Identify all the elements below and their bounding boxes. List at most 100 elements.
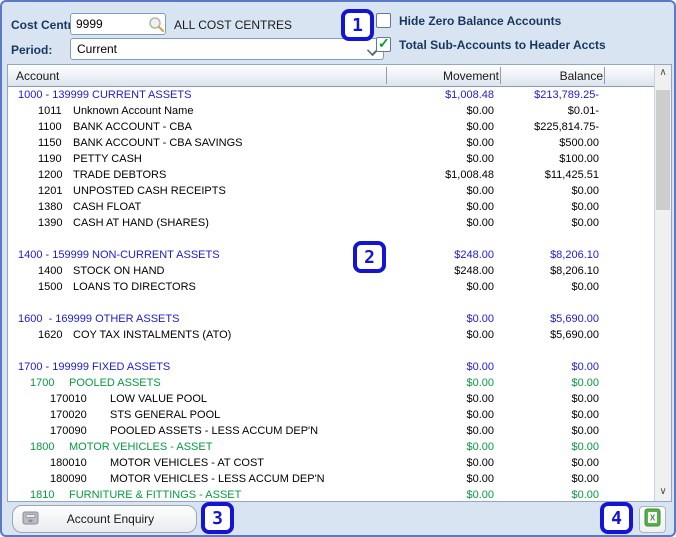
balance-cell	[501, 231, 605, 247]
account-name: LOW VALUE POOL	[110, 393, 207, 405]
movement-cell: $0.00	[466, 153, 494, 165]
movement-cell: $0.00	[466, 281, 494, 293]
grid-row[interactable]: 170020 STS GENERAL POOL $0.00 $0.00	[8, 407, 654, 423]
account-code: 1620	[38, 329, 63, 341]
grid-row[interactable]: 1620 COY TAX INSTALMENTS (ATO) $0.00 $5,690…	[8, 327, 654, 343]
account-code: 1390	[38, 217, 63, 229]
account-name: BANK ACCOUNT - CBA	[73, 121, 192, 133]
movement-cell: $0.00	[466, 185, 494, 197]
account-cell: 1380 CASH FLOAT	[8, 199, 387, 215]
balance-cell: $8,206.10	[550, 265, 599, 277]
balance-cell	[501, 343, 605, 359]
column-header-movement[interactable]: Movement	[387, 65, 499, 87]
account-name: STOCK ON HAND	[73, 265, 165, 277]
total-sub-label: Total Sub-Accounts to Header Accts	[399, 37, 606, 52]
account-name: Unknown Account Name	[73, 105, 194, 117]
scroll-up-icon[interactable]: ∧	[655, 65, 671, 82]
excel-export-icon: X	[644, 508, 661, 532]
account-cell: 1700 - 199999 FIXED ASSETS	[18, 361, 171, 373]
account-cell: 1800 MOTOR VEHICLES - ASSET	[8, 439, 387, 455]
account-cell: 1100 BANK ACCOUNT - CBA	[8, 119, 387, 135]
account-name: COY TAX INSTALMENTS (ATO)	[73, 329, 232, 341]
movement-cell: $248.00	[454, 249, 494, 261]
grid-row[interactable]: 1500 LOANS TO DIRECTORS $0.00 $0.00	[8, 279, 654, 295]
grid-row[interactable]: 1600 - 169999 OTHER ASSETS $0.00 $5,690.00	[8, 311, 654, 327]
hide-zero-row: ✓ Hide Zero Balance Accounts	[376, 13, 561, 28]
account-code: 1810	[30, 489, 55, 501]
account-name: MOTOR VEHICLES - ASSET	[69, 441, 213, 453]
grid-row[interactable]: 1390 CASH AT HAND (SHARES) $0.00 $0.00	[8, 215, 654, 231]
movement-cell: $0.00	[466, 489, 494, 501]
movement-cell: $1,008.48	[445, 169, 494, 181]
balance-cell: $0.00	[571, 393, 599, 405]
balance-cell: $0.00	[571, 457, 599, 469]
grid-row[interactable]: 1400 - 159999 NON-CURRENT ASSETS $248.00 $…	[8, 247, 654, 263]
account-enquiry-window: Cost Centre: 9999 ALL COST CENTRES Perio…	[0, 0, 676, 537]
hide-zero-label: Hide Zero Balance Accounts	[399, 13, 562, 28]
balance-cell: $5,690.00	[550, 329, 599, 341]
movement-cell: $0.00	[466, 121, 494, 133]
grid-row[interactable]: 1400 STOCK ON HAND $248.00 $8,206.10	[8, 263, 654, 279]
balance-cell: $500.00	[559, 137, 599, 149]
grid-row[interactable]: 170090 POOLED ASSETS - LESS ACCUM DEP'N $0…	[8, 423, 654, 439]
grid-row[interactable]: 1200 TRADE DEBTORS $1,008.48 $11,425.51	[8, 167, 654, 183]
svg-text:X: X	[650, 513, 656, 522]
grid-row[interactable]: 1100 BANK ACCOUNT - CBA $0.00 $225,814.75-	[8, 119, 654, 135]
export-excel-button[interactable]: X	[639, 506, 666, 533]
account-name: POOLED ASSETS	[69, 377, 161, 389]
hide-zero-checkbox[interactable]: ✓	[376, 13, 391, 28]
movement-cell	[387, 295, 501, 311]
account-cell: 1200 TRADE DEBTORS	[8, 167, 387, 183]
grid-row[interactable]: 1011 Unknown Account Name $0.00 $0.01-	[8, 103, 654, 119]
grid-row[interactable]: 1190 PETTY CASH $0.00 $100.00	[8, 151, 654, 167]
account-code: 170010	[50, 393, 87, 405]
account-cell	[8, 231, 387, 247]
grid-row-blank	[8, 295, 654, 311]
account-name: PETTY CASH	[73, 153, 142, 165]
grid-row[interactable]: 1201 UNPOSTED CASH RECEIPTS $0.00 $0.00	[8, 183, 654, 199]
grid-row[interactable]: 1810 FURNITURE & FITTINGS - ASSET $0.00 $0.…	[8, 487, 654, 501]
account-code: 170020	[50, 409, 87, 421]
balance-cell: $0.00	[571, 201, 599, 213]
grid-row-blank	[8, 343, 654, 359]
movement-cell: $1,008.48	[445, 89, 494, 101]
scroll-down-icon[interactable]: ∨	[655, 484, 671, 501]
account-name: MOTOR VEHICLES - LESS ACCUM DEP'N	[110, 473, 325, 485]
scrollbar-thumb[interactable]	[656, 90, 670, 210]
account-name: MOTOR VEHICLES - AT COST	[110, 457, 265, 469]
grid-row[interactable]: 1000 - 139999 CURRENT ASSETS $1,008.48 $21…	[8, 87, 654, 103]
account-cell: 1000 - 139999 CURRENT ASSETS	[18, 89, 192, 101]
account-code: 180090	[50, 473, 87, 485]
grid-row[interactable]: 180010 MOTOR VEHICLES - AT COST $0.00 $0.00	[8, 455, 654, 471]
account-code: 1201	[38, 185, 63, 197]
movement-cell: $0.00	[466, 409, 494, 421]
grid-row[interactable]: 1380 CASH FLOAT $0.00 $0.00	[8, 199, 654, 215]
account-cell: 1190 PETTY CASH	[8, 151, 387, 167]
balance-cell: $0.00	[571, 361, 599, 373]
movement-cell: $0.00	[466, 473, 494, 485]
total-sub-checkbox[interactable]: ✓	[376, 36, 391, 52]
balance-cell: $11,425.51	[544, 169, 599, 181]
grid-row[interactable]: 1150 BANK ACCOUNT - CBA SAVINGS $0.00 $500.…	[8, 135, 654, 151]
grid-row[interactable]: 1700 - 199999 FIXED ASSETS $0.00 $0.00	[8, 359, 654, 375]
account-cell: 1201 UNPOSTED CASH RECEIPTS	[8, 183, 387, 199]
column-header-balance[interactable]: Balance	[501, 65, 603, 87]
grid-row[interactable]: 170010 LOW VALUE POOL $0.00 $0.00	[8, 391, 654, 407]
grid-row[interactable]: 1800 MOTOR VEHICLES - ASSET $0.00 $0.00	[8, 439, 654, 455]
annotation-badge-3: 3	[201, 502, 234, 534]
movement-cell: $0.00	[466, 313, 494, 325]
movement-cell: $0.00	[466, 361, 494, 373]
account-enquiry-button[interactable]: Account Enquiry	[12, 505, 197, 533]
movement-cell: $0.00	[466, 137, 494, 149]
grid-row[interactable]: 180090 MOTOR VEHICLES - LESS ACCUM DEP'N $…	[8, 471, 654, 487]
column-header-account[interactable]: Account	[16, 65, 59, 87]
search-icon[interactable]	[148, 16, 165, 33]
grid-header: Account Movement Balance	[8, 65, 654, 87]
balance-cell: $0.00	[571, 281, 599, 293]
balance-cell: $8,206.10	[550, 249, 599, 261]
account-cell: 170010 LOW VALUE POOL	[8, 391, 387, 407]
grid-row[interactable]: 1700 POOLED ASSETS $0.00 $0.00	[8, 375, 654, 391]
period-dropdown[interactable]: Current	[70, 38, 384, 60]
account-code: 1011	[38, 105, 62, 117]
vertical-scrollbar[interactable]: ∧ ∨	[654, 65, 671, 501]
